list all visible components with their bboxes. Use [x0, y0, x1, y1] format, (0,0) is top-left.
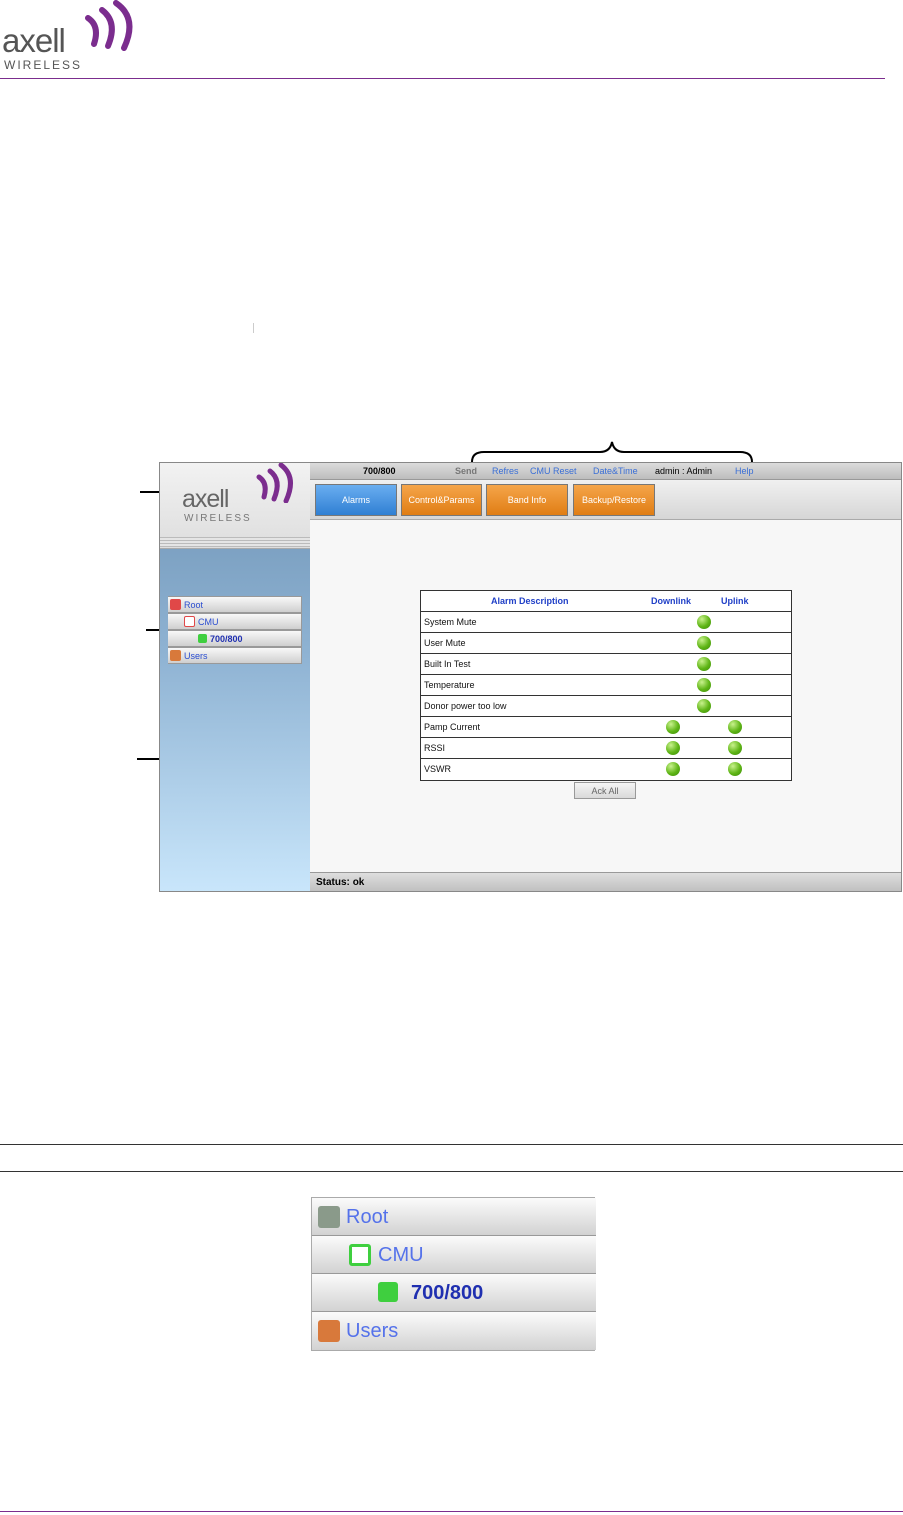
stray-mark: [253, 323, 254, 333]
cmu-grid-icon: [349, 1244, 371, 1266]
status-green-icon: [378, 1282, 398, 1302]
tree-item-users[interactable]: Users: [168, 647, 302, 664]
alarms-panel: Alarm Description Downlink Uplink System…: [310, 520, 901, 872]
downlink-status-led: [666, 762, 680, 776]
alarm-row: User Mute: [421, 633, 791, 654]
alarm-status-led: [697, 615, 711, 629]
send-button[interactable]: Send: [455, 466, 477, 476]
tree-item-root[interactable]: Root: [168, 596, 302, 613]
tree-item-root[interactable]: Root: [312, 1198, 596, 1236]
tree-label: 700/800: [411, 1282, 484, 1304]
sidebar-logo-subtitle: WIRELESS: [184, 513, 252, 524]
alarm-label: Temperature: [424, 680, 475, 690]
alarm-label: User Mute: [424, 638, 466, 648]
downlink-status-led: [666, 741, 680, 755]
alarm-status-led: [697, 678, 711, 692]
section-rule-top: [0, 1144, 903, 1145]
enlarged-tree: Root CMU 700/800 Users: [311, 1197, 596, 1351]
sidebar: axell WIRELESS Root CMU 700/800 Users: [160, 463, 310, 891]
ack-all-button[interactable]: Ack All: [574, 782, 636, 799]
top-toolbar: 700/800 Send Refres CMU Reset Date&Time …: [310, 463, 901, 480]
alarm-status-led: [697, 636, 711, 650]
refresh-link[interactable]: Refres: [492, 466, 519, 476]
tree-item-users[interactable]: Users: [312, 1312, 596, 1350]
logo-arcs-icon: [85, 0, 133, 51]
alarm-label: System Mute: [424, 617, 477, 627]
tab-alarms[interactable]: Alarms: [315, 484, 397, 516]
alarm-label: Pamp Current: [424, 722, 481, 732]
callout-brace: [471, 441, 753, 463]
tree-label: Root: [184, 599, 204, 610]
alarm-row: RSSI: [421, 738, 791, 759]
sidebar-logo-wordmark: axell: [182, 485, 229, 513]
sidebar-logo: axell WIRELESS: [160, 463, 310, 549]
collapse-icon[interactable]: [170, 599, 181, 610]
tab-band-info[interactable]: Band Info: [486, 484, 568, 516]
user-icon: [170, 650, 181, 661]
alarm-status-led: [697, 657, 711, 671]
alarm-label: RSSI: [424, 743, 446, 753]
alarm-row: Pamp Current: [421, 717, 791, 738]
status-green-icon: [198, 634, 207, 643]
logo-stripe: [160, 537, 310, 547]
tree-label: CMU: [198, 616, 219, 627]
uplink-status-led: [728, 741, 742, 755]
logo-subtitle: WIRELESS: [4, 58, 83, 72]
tab-control-params[interactable]: Control&Params: [401, 484, 482, 516]
help-link[interactable]: Help: [735, 466, 754, 476]
alarm-label: Built In Test: [424, 659, 471, 669]
tree-item-700-800[interactable]: 700/800: [312, 1274, 596, 1312]
tree-item-700-800[interactable]: 700/800: [168, 630, 302, 647]
tree-item-cmu[interactable]: CMU: [312, 1236, 596, 1274]
alarm-row: Donor power too low: [421, 696, 791, 717]
alarm-table-header: Alarm Description Downlink Uplink: [421, 591, 791, 612]
navigation-tree: Root CMU 700/800 Users: [168, 596, 302, 664]
tree-label: 700/800: [210, 633, 243, 644]
header-alarm-description: Alarm Description: [491, 596, 569, 606]
logo-wordmark: axell: [2, 22, 66, 59]
device-name: 700/800: [363, 466, 396, 476]
alarm-row: VSWR: [421, 759, 791, 780]
header-rule: [0, 78, 885, 79]
alarm-status-led: [697, 699, 711, 713]
collapse-icon[interactable]: [318, 1206, 340, 1228]
date-time-link[interactable]: Date&Time: [593, 466, 638, 476]
alarm-row: System Mute: [421, 612, 791, 633]
logo-arcs-icon: [256, 463, 293, 503]
tab-backup-restore[interactable]: Backup/Restore: [573, 484, 655, 516]
tab-bar: Alarms Control&Params Band Info Backup/R…: [310, 480, 901, 520]
tree-label: Users: [184, 650, 208, 661]
alarm-row: Built In Test: [421, 654, 791, 675]
tree-label: Users: [346, 1320, 399, 1342]
tree-label: Root: [346, 1206, 389, 1228]
tree-label: CMU: [378, 1244, 424, 1266]
alarm-row: Temperature: [421, 675, 791, 696]
cmu-reset-link[interactable]: CMU Reset: [530, 466, 577, 476]
footer-rule: [0, 1511, 903, 1512]
web-ui-screenshot: axell WIRELESS Root CMU 700/800 Users 70…: [159, 462, 902, 892]
cmu-grid-icon: [184, 616, 195, 627]
status-label: Status:: [316, 877, 350, 888]
status-value: ok: [352, 877, 365, 888]
uplink-status-led: [728, 720, 742, 734]
alarm-label: Donor power too low: [424, 701, 507, 711]
user-icon: [318, 1320, 340, 1342]
tree-item-cmu[interactable]: CMU: [168, 613, 302, 630]
document-logo: axell WIRELESS: [2, 0, 152, 72]
user-info: admin : Admin: [655, 466, 713, 476]
header-uplink: Uplink: [721, 596, 749, 606]
status-text: Status: ok: [316, 877, 364, 888]
header-downlink: Downlink: [651, 596, 691, 606]
alarm-label: VSWR: [424, 764, 451, 774]
uplink-status-led: [728, 762, 742, 776]
downlink-status-led: [666, 720, 680, 734]
status-bar: Status: ok: [310, 872, 901, 891]
alarm-table: Alarm Description Downlink Uplink System…: [420, 590, 792, 781]
section-rule-bottom: [0, 1171, 903, 1172]
